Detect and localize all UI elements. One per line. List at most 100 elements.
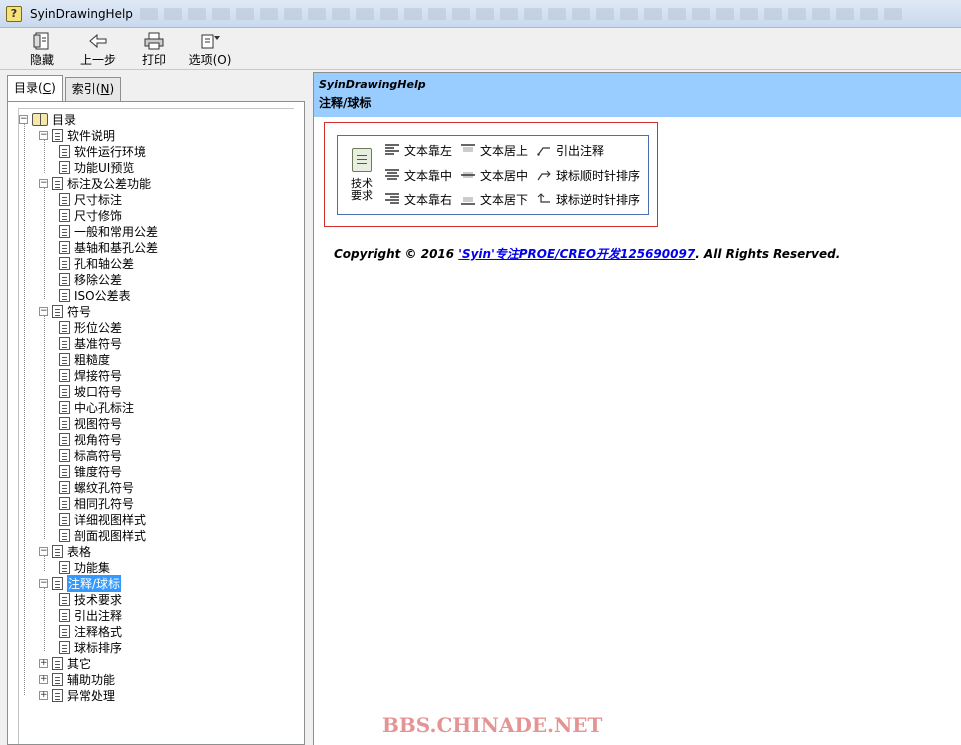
page-icon — [52, 128, 63, 142]
back-button[interactable]: 上一步 — [70, 28, 126, 68]
author-link[interactable]: 'Syin'专注PROE/CREO开发125690097 — [458, 247, 695, 261]
tree-item[interactable]: 引出注释 — [59, 607, 122, 623]
page-icon — [59, 432, 70, 446]
app-help-icon: ? — [6, 5, 22, 22]
nav-tabs: 目录(C) 索引(N) — [7, 75, 123, 101]
tree-group-other[interactable]: + 其它 — [39, 655, 91, 671]
contents-tree[interactable]: − 目录 − 软件说明 软件运行环境 功能UI预览 − 标注及公差功能 尺寸标注 尺寸… — [18, 108, 294, 744]
watermark: BBS.CHINADE.NET — [382, 713, 603, 737]
tree-item[interactable]: 相同孔符号 — [59, 495, 134, 511]
balloon-clockwise-button[interactable]: 球标顺时针排序 — [536, 164, 640, 186]
ribbon-panel: 技术要求 文本靠左 文本靠中 文本靠右 文本居上 文本居中 文本居下 引出注释 … — [337, 135, 649, 215]
align-right-button[interactable]: 文本靠右 — [384, 188, 452, 210]
options-button[interactable]: 选项(O) — [182, 28, 238, 68]
tree-group-auxiliary[interactable]: + 辅助功能 — [39, 671, 115, 687]
tree-item[interactable]: 基轴和基孔公差 — [59, 239, 158, 255]
tab-index[interactable]: 索引(N) — [64, 77, 122, 101]
tree-item[interactable]: 注释格式 — [59, 623, 122, 639]
tree-item[interactable]: 尺寸修饰 — [59, 207, 122, 223]
tree-item[interactable]: 软件运行环境 — [59, 143, 146, 159]
page-icon — [59, 352, 70, 366]
tree-item[interactable]: 形位公差 — [59, 319, 122, 335]
collapse-toggle-icon[interactable]: − — [39, 306, 48, 316]
tree-item[interactable]: 技术要求 — [59, 591, 122, 607]
contents-tree-frame: − 目录 − 软件说明 软件运行环境 功能UI预览 − 标注及公差功能 尺寸标注 尺寸… — [7, 101, 305, 745]
align-center-icon — [384, 168, 400, 182]
page-icon — [59, 384, 70, 398]
tree-item[interactable]: 移除公差 — [59, 271, 122, 287]
tree-item[interactable]: 一般和常用公差 — [59, 223, 158, 239]
blurred-taskbar-region — [140, 6, 955, 22]
tree-item[interactable]: 剖面视图样式 — [59, 527, 146, 543]
tree-item[interactable]: 锥度符号 — [59, 463, 122, 479]
topic-header: SyinDrawingHelp 注释/球标 — [314, 73, 961, 117]
tree-item[interactable]: 标高符号 — [59, 447, 122, 463]
book-icon — [32, 112, 48, 126]
align-center-button[interactable]: 文本靠中 — [384, 164, 452, 186]
page-icon — [52, 544, 63, 558]
hide-button[interactable]: 隐藏 — [14, 28, 70, 68]
tree-item[interactable]: 功能集 — [59, 559, 110, 575]
page-icon — [59, 320, 70, 334]
page-icon — [59, 624, 70, 638]
tree-item[interactable]: 视图符号 — [59, 415, 122, 431]
tree-root[interactable]: − 目录 — [19, 111, 76, 127]
page-icon — [52, 304, 63, 318]
page-icon — [59, 240, 70, 254]
copyright-notice: Copyright © 2016 'Syin'专注PROE/CREO开发1256… — [334, 247, 841, 261]
align-middle-button[interactable]: 文本居中 — [460, 164, 528, 186]
leader-note-icon — [536, 143, 552, 157]
toolbar: 隐藏 上一步 打印 选项(O) — [0, 28, 961, 70]
tree-group-exceptions[interactable]: + 异常处理 — [39, 687, 115, 703]
tree-item[interactable]: 粗糙度 — [59, 351, 110, 367]
tree-group-notes-balloons[interactable]: − 注释/球标 — [39, 574, 122, 592]
tree-item[interactable]: 螺纹孔符号 — [59, 479, 134, 495]
collapse-toggle-icon[interactable]: − — [19, 114, 28, 124]
tree-item[interactable]: 中心孔标注 — [59, 399, 134, 415]
expand-toggle-icon[interactable]: + — [39, 674, 48, 684]
tree-item[interactable]: 焊接符号 — [59, 367, 122, 383]
page-icon — [59, 464, 70, 478]
page-icon — [59, 560, 70, 574]
tree-group-dimension[interactable]: − 标注及公差功能 — [39, 175, 151, 191]
tree-item[interactable]: 视角符号 — [59, 431, 122, 447]
align-bottom-button[interactable]: 文本居下 — [460, 188, 528, 210]
collapse-toggle-icon[interactable]: − — [39, 546, 48, 556]
tech-requirements-button[interactable]: 技术要求 — [344, 144, 380, 208]
selected-tree-label: 注释/球标 — [67, 574, 122, 592]
tree-item[interactable]: 详细视图样式 — [59, 511, 146, 527]
page-icon — [52, 656, 63, 670]
print-button[interactable]: 打印 — [126, 28, 182, 68]
tree-item[interactable]: 孔和轴公差 — [59, 255, 134, 271]
align-top-button[interactable]: 文本居上 — [460, 139, 528, 161]
tree-item[interactable]: 球标排序 — [59, 639, 122, 655]
page-icon — [59, 160, 70, 174]
page-icon — [59, 336, 70, 350]
tree-item[interactable]: ISO公差表 — [59, 287, 131, 303]
tree-item[interactable]: 尺寸标注 — [59, 191, 122, 207]
align-left-button[interactable]: 文本靠左 — [384, 139, 452, 161]
page-icon — [59, 144, 70, 158]
tab-contents[interactable]: 目录(C) — [7, 75, 63, 101]
expand-toggle-icon[interactable]: + — [39, 690, 48, 700]
pane-splitter[interactable] — [305, 72, 313, 745]
balloon-counterclockwise-button[interactable]: 球标逆时针排序 — [536, 188, 640, 210]
highlight-frame: 技术要求 文本靠左 文本靠中 文本靠右 文本居上 文本居中 文本居下 引出注释 … — [324, 122, 658, 227]
page-icon — [59, 448, 70, 462]
expand-toggle-icon[interactable]: + — [39, 658, 48, 668]
collapse-toggle-icon[interactable]: − — [39, 178, 48, 188]
tree-group-symbols[interactable]: − 符号 — [39, 303, 91, 319]
tree-item[interactable]: 功能UI预览 — [59, 159, 134, 175]
tree-group-tables[interactable]: − 表格 — [39, 543, 91, 559]
leader-note-button[interactable]: 引出注释 — [536, 139, 604, 161]
collapse-toggle-icon[interactable]: − — [39, 130, 48, 140]
page-icon — [59, 592, 70, 606]
tree-group-software[interactable]: − 软件说明 — [39, 127, 115, 143]
tree-item[interactable]: 坡口符号 — [59, 383, 122, 399]
page-icon — [59, 512, 70, 526]
tree-item[interactable]: 基准符号 — [59, 335, 122, 351]
page-icon — [52, 176, 63, 190]
page-icon — [52, 688, 63, 702]
arrow-left-icon — [87, 32, 109, 50]
collapse-toggle-icon[interactable]: − — [39, 578, 48, 588]
